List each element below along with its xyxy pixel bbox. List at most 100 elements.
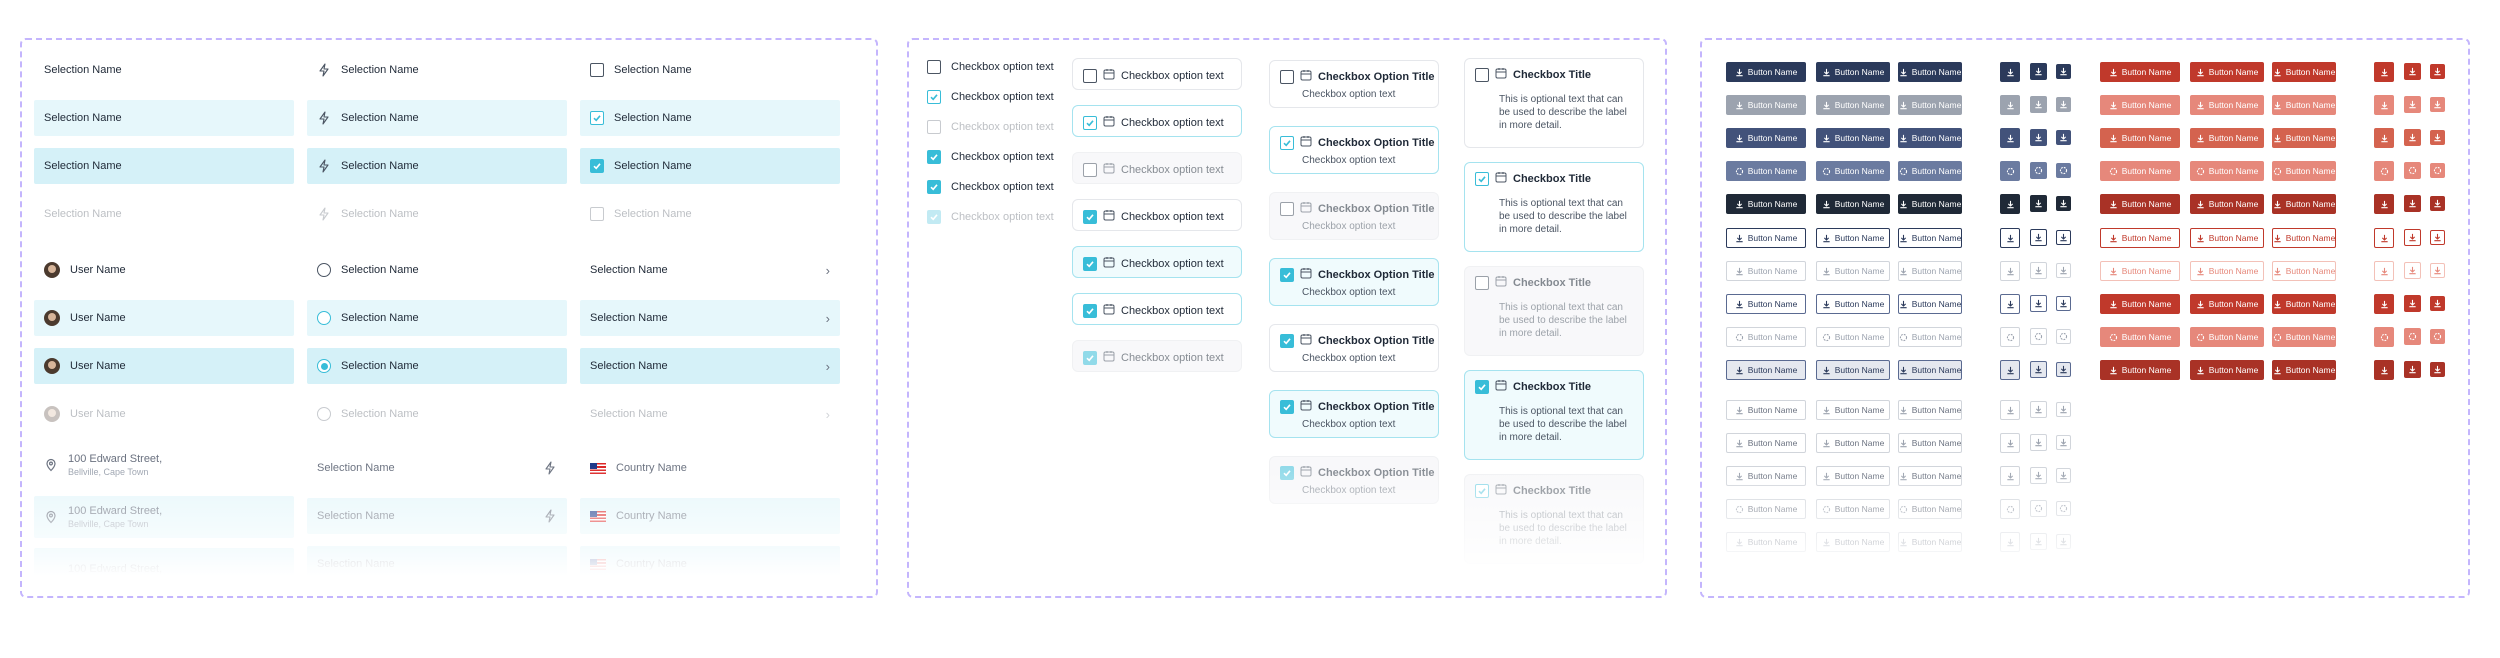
- checkbox[interactable]: [1083, 209, 1097, 224]
- tertiary-button-md[interactable]: Button Name: [1816, 532, 1890, 552]
- icon-button-outline-sm[interactable]: [2056, 329, 2071, 344]
- checkbox[interactable]: [1083, 68, 1097, 83]
- icon-button-ghost[interactable]: [2000, 466, 2020, 486]
- tertiary-button-sm[interactable]: Button Name: [1898, 532, 1962, 552]
- checkbox[interactable]: [927, 180, 941, 194]
- danger-icon-button-sm[interactable]: [2430, 130, 2445, 145]
- checkbox-option[interactable]: Checkbox option text: [927, 86, 1054, 108]
- danger-icon-button-md[interactable]: [2404, 63, 2421, 80]
- danger-icon-button[interactable]: [2374, 95, 2394, 115]
- checkbox[interactable]: [1475, 67, 1489, 82]
- checkbox-item-selected[interactable]: Selection Name: [580, 148, 840, 184]
- danger-secondary-button-sm[interactable]: Button Name: [2272, 294, 2336, 314]
- icon-button-sm[interactable]: [2056, 64, 2071, 79]
- chevron-item-hover[interactable]: Selection Name ›: [580, 300, 840, 336]
- icon-button-sm[interactable]: [2056, 163, 2071, 178]
- secondary-button-sm[interactable]: Button Name: [1898, 360, 1962, 380]
- danger-button-sm[interactable]: Button Name: [2272, 161, 2336, 181]
- country-item-selected[interactable]: Country Name: [580, 546, 840, 582]
- checkbox[interactable]: [1280, 333, 1294, 348]
- primary-button[interactable]: Button Name: [1726, 161, 1806, 181]
- icon-selection-item[interactable]: Selection Name: [307, 52, 567, 88]
- radio-button[interactable]: [317, 263, 331, 277]
- primary-button-sm[interactable]: Button Name: [1898, 194, 1962, 214]
- danger-secondary-button-md[interactable]: Button Name: [2190, 261, 2264, 281]
- danger-button[interactable]: Button Name: [2100, 194, 2180, 214]
- icon-button-outline-md[interactable]: [2030, 361, 2047, 378]
- primary-button-sm[interactable]: Button Name: [1898, 161, 1962, 181]
- icon-button-ghost-md[interactable]: [2030, 467, 2047, 484]
- secondary-button-md[interactable]: Button Name: [1816, 261, 1890, 281]
- danger-secondary-button-sm[interactable]: Button Name: [2272, 228, 2336, 248]
- checkbox-item-hover[interactable]: Selection Name: [580, 100, 840, 136]
- selection-item-selected[interactable]: Selection Name: [34, 148, 294, 184]
- danger-button-md[interactable]: Button Name: [2190, 128, 2264, 148]
- radio-button-checked[interactable]: [317, 359, 331, 373]
- icon-button-outline-md[interactable]: [2030, 262, 2047, 279]
- danger-button-sm[interactable]: Button Name: [2272, 194, 2336, 214]
- checkbox-card[interactable]: Checkbox Option Title Checkbox option te…: [1269, 60, 1439, 108]
- icon-button-ghost-md[interactable]: [2030, 500, 2047, 517]
- icon-selection-item-hover[interactable]: Selection Name: [307, 100, 567, 136]
- icon-button-md[interactable]: [2030, 96, 2047, 113]
- danger-secondary-button[interactable]: Button Name: [2100, 228, 2180, 248]
- icon-button-ghost[interactable]: [2000, 532, 2020, 552]
- primary-button[interactable]: Button Name: [1726, 128, 1806, 148]
- icon-button-ghost[interactable]: [2000, 499, 2020, 519]
- icon-button-ghost-md[interactable]: [2030, 434, 2047, 451]
- danger-secondary-button-sm[interactable]: Button Name: [2272, 327, 2336, 347]
- selection-item[interactable]: Selection Name: [34, 52, 294, 88]
- checkbox[interactable]: [1280, 399, 1294, 414]
- tertiary-button-md[interactable]: Button Name: [1816, 499, 1890, 519]
- danger-button-md[interactable]: Button Name: [2190, 95, 2264, 115]
- radio-item-selected[interactable]: Selection Name: [307, 348, 567, 384]
- secondary-button[interactable]: Button Name: [1726, 261, 1806, 281]
- checkbox[interactable]: [1280, 69, 1294, 84]
- primary-button-md[interactable]: Button Name: [1816, 128, 1890, 148]
- checkbox[interactable]: [927, 60, 941, 74]
- icon-button-sm[interactable]: [2056, 196, 2071, 211]
- icon-button-ghost-sm[interactable]: [2056, 435, 2071, 450]
- danger-icon-button-outline-md[interactable]: [2404, 295, 2421, 312]
- danger-secondary-button-sm[interactable]: Button Name: [2272, 261, 2336, 281]
- danger-secondary-button-md[interactable]: Button Name: [2190, 327, 2264, 347]
- checkbox-chip[interactable]: Checkbox option text: [1072, 105, 1242, 137]
- icon-button[interactable]: [2000, 95, 2020, 115]
- danger-secondary-button-md[interactable]: Button Name: [2190, 294, 2264, 314]
- icon-button-ghost-sm[interactable]: [2056, 468, 2071, 483]
- icon-button-ghost-sm[interactable]: [2056, 534, 2071, 549]
- danger-icon-button-outline-md[interactable]: [2404, 328, 2421, 345]
- secondary-button[interactable]: Button Name: [1726, 294, 1806, 314]
- icon-button-outline-sm[interactable]: [2056, 263, 2071, 278]
- danger-secondary-button-md[interactable]: Button Name: [2190, 360, 2264, 380]
- icon-button[interactable]: [2000, 161, 2020, 181]
- tertiary-button-md[interactable]: Button Name: [1816, 433, 1890, 453]
- icon-button-outline[interactable]: [2000, 261, 2020, 281]
- icon-button-md[interactable]: [2030, 129, 2047, 146]
- checkbox[interactable]: [590, 63, 604, 77]
- danger-icon-button-md[interactable]: [2404, 129, 2421, 146]
- danger-icon-button-outline-sm[interactable]: [2430, 296, 2445, 311]
- danger-icon-button-outline-md[interactable]: [2404, 262, 2421, 279]
- secondary-button[interactable]: Button Name: [1726, 228, 1806, 248]
- tertiary-button-sm[interactable]: Button Name: [1898, 466, 1962, 486]
- icon-button-md[interactable]: [2030, 162, 2047, 179]
- danger-icon-button-sm[interactable]: [2430, 196, 2445, 211]
- tertiary-button-sm[interactable]: Button Name: [1898, 400, 1962, 420]
- icon-button[interactable]: [2000, 194, 2020, 214]
- icon-button-ghost[interactable]: [2000, 433, 2020, 453]
- danger-secondary-button-sm[interactable]: Button Name: [2272, 360, 2336, 380]
- icon-button-outline-sm[interactable]: [2056, 230, 2071, 245]
- checkbox[interactable]: [1083, 303, 1097, 318]
- tertiary-button-sm[interactable]: Button Name: [1898, 499, 1962, 519]
- danger-icon-button-sm[interactable]: [2430, 64, 2445, 79]
- country-item-hover[interactable]: Country Name: [580, 498, 840, 534]
- danger-button-md[interactable]: Button Name: [2190, 62, 2264, 82]
- danger-button-sm[interactable]: Button Name: [2272, 128, 2336, 148]
- checkbox-description-card[interactable]: Checkbox Title This is optional text tha…: [1464, 370, 1644, 460]
- checkbox[interactable]: [1280, 135, 1294, 150]
- primary-button-md[interactable]: Button Name: [1816, 95, 1890, 115]
- danger-secondary-button[interactable]: Button Name: [2100, 327, 2180, 347]
- danger-icon-button-outline-md[interactable]: [2404, 229, 2421, 246]
- icon-button-ghost-md[interactable]: [2030, 533, 2047, 550]
